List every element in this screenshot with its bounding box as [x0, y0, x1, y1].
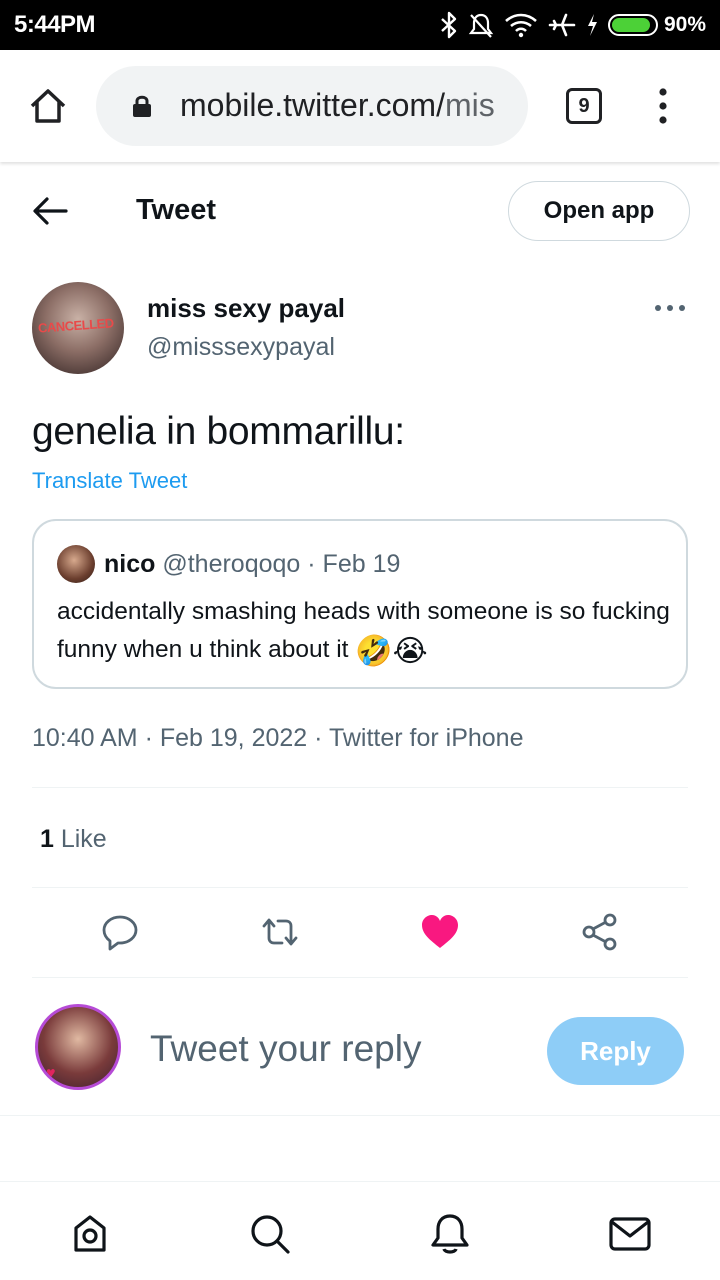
open-app-button[interactable]: Open app: [508, 181, 690, 241]
home-icon[interactable]: [28, 86, 68, 126]
divider: [0, 1115, 720, 1116]
bluetooth-icon: [441, 11, 457, 39]
quote-meta: @theroqoqo · Feb 19: [155, 550, 401, 578]
like-icon[interactable]: [420, 912, 460, 952]
tweet-timestamp: 10:40 AM · Feb 19, 2022 · Twitter for iP…: [32, 724, 524, 752]
status-bar: 5:44PM 90%: [0, 0, 720, 50]
url-host: mobile.twitter.com/: [180, 87, 445, 123]
bottom-nav-divider: [0, 1181, 720, 1182]
wifi-icon: [505, 13, 537, 38]
url-text: mobile.twitter.com/mis: [180, 87, 495, 124]
notifications-icon[interactable]: [428, 1212, 472, 1256]
back-arrow-icon[interactable]: [30, 194, 70, 228]
quote-author-avatar: [57, 545, 95, 583]
reply-input[interactable]: Tweet your reply: [150, 1028, 421, 1070]
address-bar[interactable]: mobile.twitter.com/mis: [96, 66, 528, 146]
charging-icon: [587, 14, 597, 36]
lock-icon: [133, 95, 151, 117]
tab-switcher-button[interactable]: 9: [566, 88, 602, 124]
likes-count[interactable]: 1 Like: [40, 825, 107, 854]
retweet-icon[interactable]: [260, 912, 300, 952]
airplane-icon: [548, 13, 576, 37]
author-handle[interactable]: @misssexypayal: [147, 333, 335, 362]
reply-icon[interactable]: [100, 912, 140, 952]
overflow-menu-icon[interactable]: [653, 86, 673, 126]
reply-button[interactable]: Reply: [547, 1017, 684, 1085]
quote-header: nico @theroqoqo · Feb 19: [104, 550, 400, 579]
share-icon[interactable]: [580, 912, 620, 952]
battery-level-fill: [611, 18, 650, 32]
current-user-avatar[interactable]: ♥: [35, 1004, 121, 1090]
quoted-tweet[interactable]: nico @theroqoqo · Feb 19 accidentally sm…: [32, 519, 688, 689]
messages-icon[interactable]: [608, 1212, 652, 1256]
more-options-icon[interactable]: [652, 296, 688, 320]
divider: [32, 887, 688, 888]
like-number: 1: [40, 825, 54, 853]
home-icon[interactable]: [68, 1212, 112, 1256]
avatar-stamp: CANCELLED: [37, 315, 115, 336]
url-path: mis: [444, 87, 495, 123]
quote-emojis: 🤣😭: [355, 635, 428, 668]
battery-percent: 90%: [663, 13, 706, 36]
search-icon[interactable]: [248, 1212, 292, 1256]
quote-text: accidentally smashing heads with someone…: [57, 593, 677, 669]
quote-author-name: nico: [104, 550, 156, 578]
divider: [32, 787, 688, 788]
browser-toolbar: mobile.twitter.com/mis 9: [0, 50, 720, 162]
alarm-off-icon: [468, 13, 494, 38]
battery-icon: 90%: [607, 13, 706, 37]
divider: [32, 977, 688, 978]
status-time: 5:44PM: [14, 11, 96, 38]
translate-tweet-link[interactable]: Translate Tweet: [32, 468, 187, 494]
author-avatar[interactable]: CANCELLED: [32, 282, 124, 374]
like-label: Like: [53, 825, 107, 853]
tweet-text: genelia in bommarillu:: [32, 410, 405, 453]
author-name[interactable]: miss sexy payal: [147, 293, 345, 324]
heart-icon: ♥: [46, 1065, 56, 1082]
page-title: Tweet: [136, 194, 217, 226]
